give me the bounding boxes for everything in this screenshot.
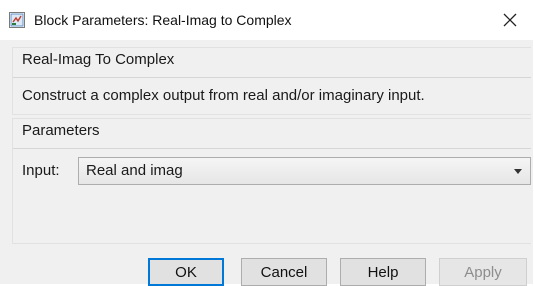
close-icon [503,13,517,27]
block-description-panel: Real-Imag To Complex Construct a complex… [12,47,531,115]
apply-button[interactable]: Apply [439,258,527,286]
block-name: Real-Imag To Complex [22,51,175,68]
close-button[interactable] [487,0,533,40]
divider [13,148,531,149]
parameters-panel: Parameters Input: Real and imag [12,118,531,244]
input-dropdown-value: Real and imag [86,162,183,179]
cancel-button[interactable]: Cancel [241,258,327,286]
dialog-window: Block Parameters: Real-Imag to Complex R… [0,0,533,286]
help-button[interactable]: Help [340,258,426,286]
simulink-block-icon [9,12,25,28]
parameters-heading: Parameters [22,122,100,139]
window-title: Block Parameters: Real-Imag to Complex [34,12,292,28]
block-description: Construct a complex output from real and… [22,87,425,104]
input-dropdown[interactable]: Real and imag [78,157,531,185]
dropdown-arrow-icon [514,169,522,174]
input-label: Input: [22,162,60,179]
divider [13,77,531,78]
ok-button[interactable]: OK [148,258,224,286]
dialog-content: Real-Imag To Complex Construct a complex… [0,40,533,286]
title-bar[interactable]: Block Parameters: Real-Imag to Complex [0,0,533,40]
